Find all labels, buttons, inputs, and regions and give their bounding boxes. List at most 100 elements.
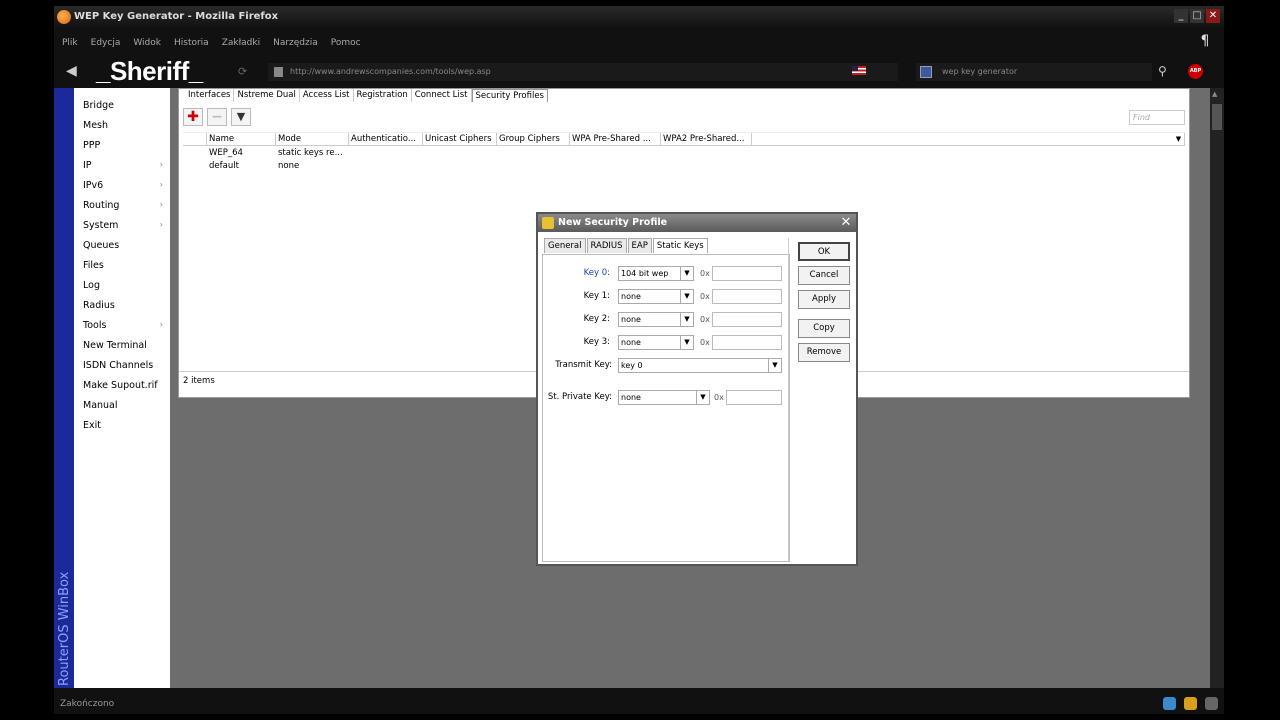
- sidebar-item-tools[interactable]: Tools ›: [83, 320, 163, 331]
- column-unicast-ciphers[interactable]: Unicast Ciphers: [423, 133, 497, 145]
- column-wpa2-psk[interactable]: WPA2 Pre-Shared...: [661, 133, 752, 145]
- addon-status-icon[interactable]: [1184, 697, 1197, 710]
- back-arrow-icon[interactable]: ◀: [66, 63, 77, 79]
- remove-button[interactable]: −: [207, 108, 227, 126]
- find-input[interactable]: Find: [1129, 110, 1185, 125]
- minimize-icon[interactable]: _: [1174, 9, 1188, 23]
- tab-interfaces[interactable]: Interfaces: [185, 89, 235, 102]
- addon-icon[interactable]: ¶: [1194, 33, 1216, 55]
- filter-icon[interactable]: ▼: [231, 108, 251, 126]
- menu-zakladki[interactable]: Zakładki: [222, 34, 260, 52]
- cancel-button[interactable]: Cancel: [798, 266, 850, 285]
- close-icon[interactable]: ✕: [1206, 9, 1220, 23]
- sidebar-item-routing[interactable]: Routing ›: [83, 200, 163, 211]
- page-icon: [274, 67, 283, 77]
- dropdown-arrow-icon[interactable]: ▼: [680, 267, 693, 280]
- sidebar-item-isdn-channels[interactable]: ISDN Channels: [83, 360, 163, 371]
- private-key-select[interactable]: none ▼: [618, 390, 710, 405]
- key2-select[interactable]: none ▼: [618, 312, 694, 327]
- sidebar-item-new-terminal[interactable]: New Terminal: [83, 340, 163, 351]
- scroll-up-icon[interactable]: ▲: [1212, 90, 1217, 98]
- search-engine-icon[interactable]: [920, 66, 932, 78]
- tab-general[interactable]: General: [544, 238, 586, 253]
- add-button[interactable]: ✚: [183, 108, 203, 126]
- tab-connect-list[interactable]: Connect List: [412, 89, 472, 102]
- menu-historia[interactable]: Historia: [174, 34, 209, 52]
- url-bar[interactable]: http://www.andrewscompanies.com/tools/we…: [268, 63, 898, 81]
- ok-button[interactable]: OK: [798, 242, 850, 261]
- sidebar-item-radius[interactable]: Radius: [83, 300, 163, 311]
- column-wpa-psk[interactable]: WPA Pre-Shared ...: [570, 133, 661, 145]
- column-group-ciphers[interactable]: Group Ciphers: [497, 133, 570, 145]
- apply-button[interactable]: Apply: [798, 290, 850, 309]
- table-row[interactable]: WEP_64 static keys re...: [183, 148, 349, 160]
- search-icon[interactable]: ⚲: [1158, 64, 1167, 78]
- row-mode: none: [278, 161, 300, 171]
- sidebar-item-mesh[interactable]: Mesh: [83, 120, 163, 131]
- copy-button[interactable]: Copy: [798, 319, 850, 338]
- sidebar-item-manual[interactable]: Manual: [83, 400, 163, 411]
- network-icon[interactable]: [1163, 697, 1176, 710]
- private-key-input[interactable]: [726, 390, 782, 405]
- key0-select[interactable]: 104 bit wep ▼: [618, 266, 694, 281]
- maximize-icon[interactable]: □: [1190, 9, 1204, 23]
- key3-input[interactable]: [712, 335, 782, 350]
- row-name: default: [209, 161, 239, 171]
- table-row[interactable]: default none: [183, 161, 349, 173]
- column-authentication[interactable]: Authenticatio...: [349, 133, 423, 145]
- dialog-title: New Security Profile: [558, 217, 668, 228]
- menu-plik[interactable]: Plik: [62, 34, 78, 52]
- reload-icon[interactable]: ⟳: [238, 65, 247, 78]
- sidebar-item-make-supout[interactable]: Make Supout.rif: [83, 380, 163, 391]
- tab-static-keys[interactable]: Static Keys: [652, 238, 708, 253]
- tab-radius[interactable]: RADIUS: [586, 238, 627, 253]
- dropdown-arrow-icon[interactable]: ▼: [768, 359, 781, 372]
- sidebar-item-queues[interactable]: Queues: [83, 240, 163, 251]
- column-mode[interactable]: Mode: [276, 133, 349, 145]
- dropdown-arrow-icon[interactable]: ▼: [680, 336, 693, 349]
- key2-input[interactable]: [712, 312, 782, 327]
- sidebar-item-log[interactable]: Log: [83, 280, 163, 291]
- dropdown-arrow-icon[interactable]: ▼: [680, 290, 693, 303]
- key0-input[interactable]: [712, 266, 782, 281]
- tab-nstreme-dual[interactable]: Nstreme Dual: [234, 89, 300, 102]
- adblock-icon[interactable]: ABP: [1188, 64, 1203, 79]
- column-menu-icon[interactable]: ▼: [1171, 133, 1185, 146]
- page-scrollbar[interactable]: ▲: [1210, 88, 1224, 688]
- sidebar-item-files[interactable]: Files: [83, 260, 163, 271]
- key3-prefix: 0x: [700, 338, 710, 347]
- column-spacer: [183, 133, 207, 145]
- table-toolbar: ✚ − ▼: [183, 108, 251, 128]
- transmit-key-select[interactable]: key 0 ▼: [618, 358, 782, 373]
- close-icon[interactable]: ✕: [838, 215, 854, 231]
- tab-security-profiles[interactable]: Security Profiles: [471, 89, 548, 102]
- dropdown-arrow-icon[interactable]: ▼: [696, 391, 709, 404]
- sidebar-item-exit[interactable]: Exit: [83, 420, 163, 431]
- scrollbar-thumb[interactable]: [1212, 104, 1222, 130]
- window-controls: _ □ ✕: [1174, 9, 1220, 23]
- key1-select[interactable]: none ▼: [618, 289, 694, 304]
- private-key-label: St. Private Key:: [547, 392, 612, 402]
- sidebar-item-ipv6[interactable]: IPv6 ›: [83, 180, 163, 191]
- tab-eap[interactable]: EAP: [627, 238, 652, 253]
- key3-select[interactable]: none ▼: [618, 335, 694, 350]
- sidebar-item-bridge[interactable]: Bridge: [83, 100, 163, 111]
- tab-access-list[interactable]: Access List: [300, 89, 354, 102]
- menu-edycja[interactable]: Edycja: [91, 34, 121, 52]
- menu-pomoc[interactable]: Pomoc: [331, 34, 361, 52]
- dialog-tabs: General RADIUS EAP Static Keys: [544, 238, 709, 253]
- search-bar[interactable]: wep key generator: [916, 63, 1152, 81]
- menu-widok[interactable]: Widok: [133, 34, 161, 52]
- menu-narzedzia[interactable]: Narzędzia: [273, 34, 318, 52]
- status-text: Zakończono: [60, 699, 115, 709]
- us-flag-icon[interactable]: [852, 66, 866, 75]
- dialog-title-bar[interactable]: New Security Profile ✕: [538, 214, 856, 232]
- sidebar-item-ip[interactable]: IP ›: [83, 160, 163, 171]
- tab-registration[interactable]: Registration: [354, 89, 412, 102]
- sidebar-item-ppp[interactable]: PPP: [83, 140, 163, 151]
- remove-button[interactable]: Remove: [798, 343, 850, 362]
- column-name[interactable]: Name: [207, 133, 276, 145]
- key1-input[interactable]: [712, 289, 782, 304]
- dropdown-arrow-icon[interactable]: ▼: [680, 313, 693, 326]
- sidebar-item-system[interactable]: System ›: [83, 220, 163, 231]
